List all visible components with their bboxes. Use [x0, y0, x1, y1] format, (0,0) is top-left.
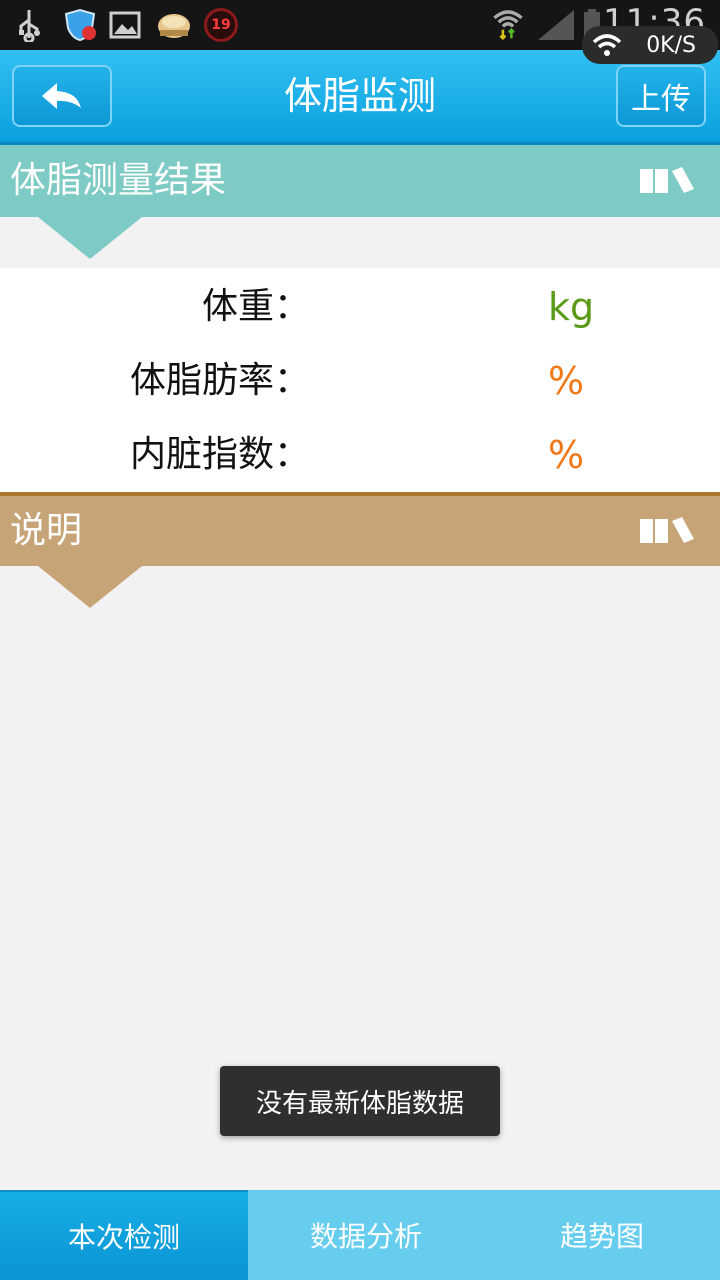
weight-row: 体重： kg: [0, 270, 720, 344]
toast-message: 没有最新体脂数据: [220, 1066, 500, 1136]
result-section-header: 体脂测量结果: [0, 145, 720, 259]
food-icon: [158, 14, 190, 38]
visceral-index-row: 内脏指数： %: [0, 418, 720, 492]
upload-button[interactable]: 上传: [616, 65, 706, 127]
shield-icon: [64, 8, 96, 42]
wifi-icon: [592, 34, 622, 56]
body-fat-unit: %: [548, 359, 585, 403]
section-pointer: [38, 217, 142, 259]
image-icon: [109, 11, 141, 39]
notification-badge-icon: 19: [204, 8, 238, 42]
signal-icon: [538, 10, 574, 40]
books-icon[interactable]: [638, 163, 698, 197]
section-pointer: [38, 566, 142, 608]
tab-trend-chart[interactable]: 趋势图: [484, 1190, 720, 1280]
description-section-title: 说明: [10, 510, 83, 551]
weight-label: 体重：: [201, 286, 310, 327]
status-bar: 19 11:36 0K/S: [0, 0, 720, 64]
bottom-tab-bar: 本次检测 数据分析 趋势图: [0, 1190, 720, 1280]
tab-data-analysis[interactable]: 数据分析: [248, 1190, 484, 1280]
back-arrow-icon: [42, 83, 81, 109]
weight-unit: kg: [548, 285, 595, 329]
description-section-header: 说明: [0, 492, 720, 608]
books-icon[interactable]: [638, 513, 698, 547]
visceral-index-unit: %: [548, 433, 585, 477]
back-button[interactable]: [12, 65, 112, 127]
result-panel: 体重： kg 体脂肪率： % 内脏指数： %: [0, 268, 720, 492]
title-bar: 体脂监测 上传: [0, 50, 720, 145]
visceral-index-label: 内脏指数：: [129, 434, 310, 475]
network-speed-text: 0K/S: [646, 32, 696, 58]
tab-current-test[interactable]: 本次检测: [0, 1190, 248, 1280]
network-speed-indicator: 0K/S: [582, 26, 718, 64]
body-fat-row: 体脂肪率： %: [0, 344, 720, 418]
result-section-title: 体脂测量结果: [10, 160, 227, 201]
wifi-icon: [493, 10, 523, 40]
body-fat-label: 体脂肪率：: [129, 360, 310, 401]
page-title: 体脂监测: [283, 74, 436, 118]
usb-icon: [19, 10, 40, 42]
